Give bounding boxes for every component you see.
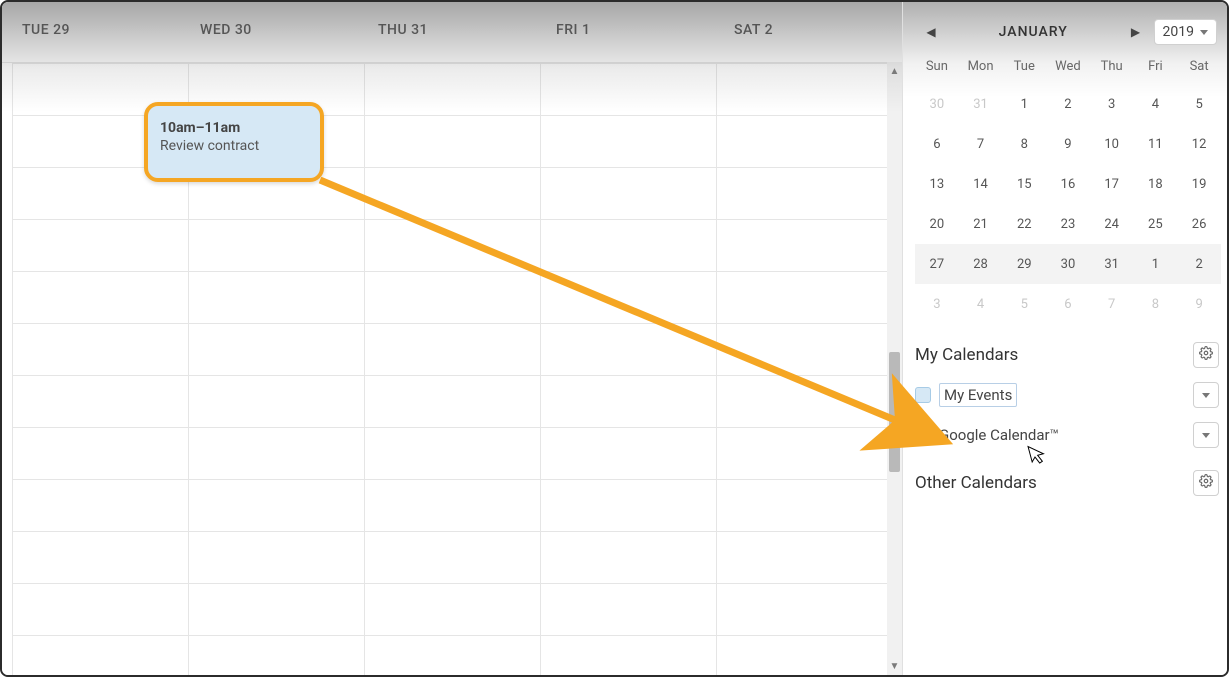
mini-calendar-day[interactable]: 10 [1090, 124, 1134, 164]
mini-calendar-day[interactable]: 16 [1046, 164, 1090, 204]
mini-calendar-day[interactable]: 30 [1046, 244, 1090, 284]
mini-calendar-day[interactable]: 9 [1177, 284, 1221, 324]
mini-calendar-day[interactable]: 6 [1046, 284, 1090, 324]
calendar-label: Google Calendar™ [939, 426, 1185, 444]
mini-calendar-day[interactable]: 22 [1002, 204, 1046, 244]
mini-calendar: SunMonTueWedThuFriSat 303112345678910111… [915, 53, 1221, 324]
mini-calendar-day[interactable]: 2 [1046, 84, 1090, 124]
weekday-header: Tue [1002, 53, 1046, 84]
mini-calendar-day[interactable]: 1 [1002, 84, 1046, 124]
event-title: Review contract [160, 138, 308, 154]
event-time: 10am–11am [160, 120, 308, 136]
other-calendars-settings-button[interactable] [1193, 470, 1219, 496]
calendar-color-swatch [915, 387, 931, 403]
mini-calendar-day[interactable]: 26 [1177, 204, 1221, 244]
weekday-header: Sun [915, 53, 959, 84]
scroll-down-icon[interactable]: ▼ [887, 657, 902, 675]
calendar-menu-button[interactable] [1193, 422, 1219, 448]
mini-calendar-day[interactable]: 11 [1134, 124, 1178, 164]
weekday-header: Sat [1177, 53, 1221, 84]
chevron-down-icon [1202, 433, 1210, 438]
weekday-header: Fri [1134, 53, 1178, 84]
mini-calendar-day[interactable]: 2 [1177, 244, 1221, 284]
chevron-down-icon [1202, 393, 1210, 398]
my-calendars-settings-button[interactable] [1193, 342, 1219, 368]
mini-calendar-day[interactable]: 31 [959, 84, 1003, 124]
day-headers: TUE 29 WED 30 THU 31 FRI 1 SAT 2 [2, 2, 902, 62]
day-header: SAT 2 [724, 2, 902, 62]
weekday-header: Thu [1090, 53, 1134, 84]
year-value: 2019 [1163, 24, 1194, 40]
sidebar: ◀ JANUARY ▶ 2019 SunMonTueWedThuFriSat 3… [902, 2, 1227, 675]
calendar-week-grid: TUE 29 WED 30 THU 31 FRI 1 SAT 2 [2, 2, 902, 675]
gear-icon [1199, 474, 1213, 492]
calendar-color-swatch [915, 427, 931, 443]
mini-calendar-day[interactable]: 6 [915, 124, 959, 164]
mini-calendar-day[interactable]: 29 [1002, 244, 1046, 284]
mini-calendar-day[interactable]: 19 [1177, 164, 1221, 204]
year-select[interactable]: 2019 [1154, 19, 1217, 45]
section-title: My Calendars [915, 345, 1018, 365]
mini-calendar-day[interactable]: 4 [1134, 84, 1178, 124]
next-month-button[interactable]: ▶ [1124, 20, 1148, 44]
mini-calendar-day[interactable]: 12 [1177, 124, 1221, 164]
mini-calendar-day[interactable]: 8 [1134, 284, 1178, 324]
scroll-up-icon[interactable]: ▲ [887, 62, 902, 80]
mini-calendar-day[interactable]: 4 [959, 284, 1003, 324]
calendar-menu-button[interactable] [1193, 382, 1219, 408]
month-label: JANUARY [949, 24, 1118, 40]
weekday-header: Wed [1046, 53, 1090, 84]
mini-calendar-day[interactable]: 17 [1090, 164, 1134, 204]
prev-month-button[interactable]: ◀ [919, 20, 943, 44]
chevron-down-icon [1200, 30, 1208, 35]
mini-calendar-day[interactable]: 9 [1046, 124, 1090, 164]
mini-calendar-day[interactable]: 3 [1090, 84, 1134, 124]
mini-calendar-day[interactable]: 7 [959, 124, 1003, 164]
mini-calendar-nav: ◀ JANUARY ▶ 2019 [915, 17, 1221, 53]
vertical-scrollbar[interactable]: ▲ ▼ [887, 62, 902, 675]
event-chip[interactable]: 10am–11am Review contract [144, 102, 324, 182]
mini-calendar-day[interactable]: 20 [915, 204, 959, 244]
day-header: FRI 1 [546, 2, 724, 62]
mini-calendar-day[interactable]: 30 [915, 84, 959, 124]
day-header: WED 30 [190, 2, 368, 62]
mini-calendar-day[interactable]: 28 [959, 244, 1003, 284]
mini-calendar-day[interactable]: 1 [1134, 244, 1178, 284]
mini-calendar-day[interactable]: 5 [1177, 84, 1221, 124]
mini-calendar-day[interactable]: 24 [1090, 204, 1134, 244]
mini-calendar-day[interactable]: 27 [915, 244, 959, 284]
grid-body[interactable] [2, 62, 887, 675]
section-title: Other Calendars [915, 473, 1037, 493]
my-calendars-header: My Calendars [915, 342, 1221, 368]
calendar-google[interactable]: Google Calendar™ [915, 422, 1221, 448]
day-header: THU 31 [368, 2, 546, 62]
calendar-my-events[interactable]: My Events [915, 382, 1221, 408]
other-calendars-header: Other Calendars [915, 470, 1221, 496]
mini-calendar-day[interactable]: 15 [1002, 164, 1046, 204]
mini-calendar-day[interactable]: 8 [1002, 124, 1046, 164]
scroll-thumb[interactable] [889, 352, 900, 472]
mini-calendar-day[interactable]: 23 [1046, 204, 1090, 244]
mini-calendar-day[interactable]: 7 [1090, 284, 1134, 324]
calendar-label: My Events [939, 383, 1017, 407]
mini-calendar-day[interactable]: 5 [1002, 284, 1046, 324]
day-header: TUE 29 [12, 2, 190, 62]
weekday-header: Mon [959, 53, 1003, 84]
mini-calendar-day[interactable]: 13 [915, 164, 959, 204]
mini-calendar-day[interactable]: 14 [959, 164, 1003, 204]
mini-calendar-day[interactable]: 3 [915, 284, 959, 324]
mini-calendar-day[interactable]: 21 [959, 204, 1003, 244]
mini-calendar-day[interactable]: 31 [1090, 244, 1134, 284]
mini-calendar-day[interactable]: 25 [1134, 204, 1178, 244]
gear-icon [1199, 346, 1213, 364]
mini-calendar-day[interactable]: 18 [1134, 164, 1178, 204]
